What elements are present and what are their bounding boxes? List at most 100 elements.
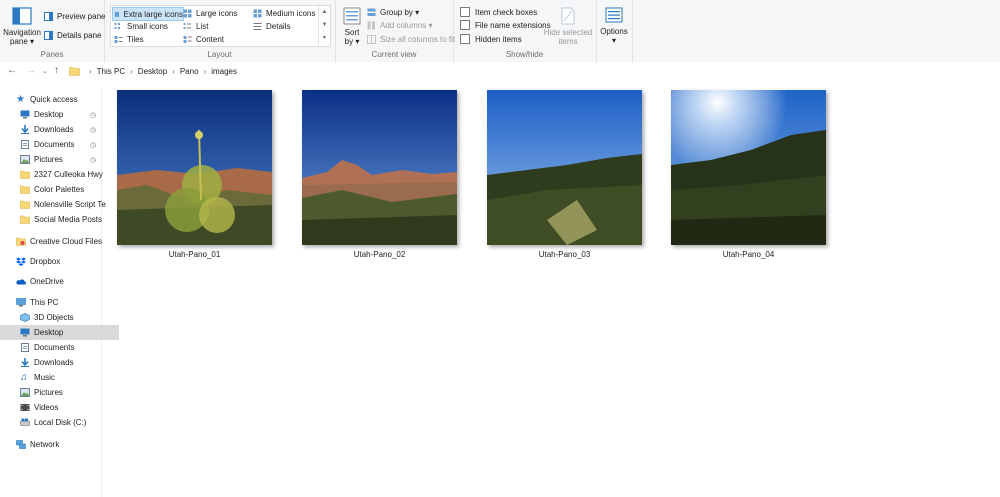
item-check-boxes-toggle[interactable]: Item check boxes	[460, 6, 537, 18]
nav-quick-desktop[interactable]: Desktop ◷	[0, 107, 119, 122]
nav-quick-folder[interactable]: Color Palettes	[0, 182, 119, 197]
nav-label: Documents	[34, 343, 75, 352]
nav-pc-local-disk[interactable]: Local Disk (C:)	[0, 415, 119, 430]
file-name-extensions-toggle[interactable]: File name extensions	[460, 19, 551, 31]
layout-gallery-scroll[interactable]: ▲ ▼ ▾	[318, 6, 330, 46]
layout-list[interactable]: List	[183, 20, 208, 32]
details-pane-label: Details pane	[57, 30, 102, 40]
network-icon	[16, 440, 26, 449]
nav-quick-pictures[interactable]: Pictures ◷	[0, 152, 119, 167]
image-thumbnail[interactable]	[117, 90, 272, 245]
nav-label: Creative Cloud Files	[30, 237, 103, 246]
nav-pc-pictures[interactable]: Pictures	[0, 385, 119, 400]
file-tile[interactable]: Utah-Pano_02	[302, 90, 457, 259]
layout-details[interactable]: Details	[253, 20, 290, 32]
dropbox-icon	[16, 257, 26, 266]
layout-large-icons[interactable]: Large icons	[183, 7, 237, 19]
navigation-pane-button[interactable]: Navigation pane ▾	[3, 7, 41, 46]
large-icons-icon	[183, 9, 192, 17]
image-thumbnail[interactable]	[671, 90, 826, 245]
nav-pc-3d-objects[interactable]: 3D Objects	[0, 310, 119, 325]
breadcrumb-separator-icon[interactable]: ›	[204, 67, 207, 76]
hidden-items-checkbox[interactable]	[460, 34, 470, 44]
layout-small-icons[interactable]: Small icons	[114, 20, 168, 32]
breadcrumb-separator-icon[interactable]: ›	[130, 67, 133, 76]
layout-option-label: Large icons	[196, 8, 238, 18]
pin-icon[interactable]: ◷	[90, 156, 96, 164]
breadcrumb[interactable]: › This PC › Desktop › Pano › images	[69, 65, 237, 77]
sort-by-icon	[343, 7, 361, 25]
breadcrumb-item[interactable]: This PC	[97, 67, 125, 76]
item-check-boxes-checkbox[interactable]	[460, 7, 470, 17]
nav-creative-cloud[interactable]: Creative Cloud Files	[0, 234, 115, 249]
size-all-columns-button[interactable]: Size all columns to fit	[367, 33, 455, 45]
nav-quick-folder[interactable]: 2327 Culleoka Hwy	[0, 167, 119, 182]
layout-medium-icons[interactable]: Medium icons	[253, 7, 315, 19]
hide-selected-items-button[interactable]: Hide selected items	[542, 7, 594, 46]
recent-locations-icon[interactable]: ⌄	[42, 67, 48, 75]
nav-network[interactable]: Network	[0, 437, 115, 452]
file-tile[interactable]: Utah-Pano_04	[671, 90, 826, 259]
pin-icon[interactable]: ◷	[90, 141, 96, 149]
group-by-button[interactable]: Group by ▾	[367, 6, 419, 18]
image-thumbnail[interactable]	[487, 90, 642, 245]
nav-quick-folder[interactable]: Nolensville Script Te	[0, 197, 119, 212]
nav-label: Desktop	[34, 328, 64, 337]
forward-arrow-icon[interactable]: →	[26, 65, 36, 76]
nav-onedrive[interactable]: OneDrive	[0, 274, 115, 289]
scroll-up-icon[interactable]: ▲	[319, 6, 330, 19]
up-arrow-icon[interactable]: ↑	[54, 65, 59, 76]
preview-pane-button[interactable]: Preview pane	[44, 10, 105, 22]
nav-pc-videos[interactable]: Videos	[0, 400, 119, 415]
details-pane-icon	[44, 30, 53, 40]
image-thumbnail[interactable]	[302, 90, 457, 245]
breadcrumb-separator-icon[interactable]: ›	[172, 67, 175, 76]
pin-icon[interactable]: ◷	[90, 111, 96, 119]
file-name: Utah-Pano_03	[538, 250, 591, 259]
nav-label: Color Palettes	[34, 185, 85, 194]
layout-content[interactable]: Content	[183, 33, 224, 45]
nav-pc-desktop[interactable]: Desktop	[0, 325, 119, 340]
layout-group-label: Layout	[207, 50, 232, 59]
nav-pc-music[interactable]: ♫ Music	[0, 370, 119, 385]
breadcrumb-item[interactable]: Pano	[180, 67, 199, 76]
address-row: ← → ⌄ ↑ › This PC › Desktop › Pano › ima…	[0, 62, 1000, 80]
nav-quick-downloads[interactable]: Downloads ◷	[0, 122, 119, 137]
nav-this-pc[interactable]: This PC	[0, 295, 115, 310]
hide-selected-label-2: items	[558, 37, 578, 46]
layout-option-label: List	[196, 21, 209, 31]
add-columns-button[interactable]: Add columns ▾	[367, 19, 432, 31]
breadcrumb-item[interactable]: Desktop	[138, 67, 167, 76]
pictures-icon	[20, 388, 30, 397]
size-columns-icon	[367, 34, 376, 44]
nav-quick-folder[interactable]: Social Media Posts	[0, 212, 119, 227]
file-tile[interactable]: Utah-Pano_01	[117, 90, 272, 259]
nav-dropbox[interactable]: Dropbox	[0, 254, 115, 269]
options-button[interactable]: Options ▾	[598, 7, 630, 45]
layout-tiles[interactable]: Tiles	[114, 33, 144, 45]
scroll-down-icon[interactable]: ▼	[319, 19, 330, 32]
breadcrumb-separator-icon[interactable]: ›	[89, 67, 92, 76]
landscape-photo-thumbnail	[487, 90, 642, 245]
desktop-icon	[20, 328, 30, 337]
sort-by-button[interactable]: Sort by ▾	[340, 7, 364, 46]
nav-quick-access[interactable]: ★ Quick access	[0, 92, 115, 107]
details-pane-button[interactable]: Details pane	[44, 29, 101, 41]
local-disk-icon	[20, 418, 30, 426]
nav-pc-downloads[interactable]: Downloads	[0, 355, 119, 370]
layout-extra-large-icons[interactable]: Extra large icons	[112, 7, 184, 21]
hide-selected-icon	[561, 7, 575, 25]
nav-label: Downloads	[34, 125, 74, 134]
desktop-icon	[20, 110, 30, 119]
nav-quick-documents[interactable]: Documents ◷	[0, 137, 119, 152]
file-name: Utah-Pano_02	[353, 250, 406, 259]
file-tile[interactable]: Utah-Pano_03	[487, 90, 642, 259]
breadcrumb-item[interactable]: images	[211, 67, 237, 76]
pin-icon[interactable]: ◷	[90, 126, 96, 134]
more-options-icon[interactable]: ▾	[319, 32, 330, 45]
back-arrow-icon[interactable]: ←	[7, 65, 17, 76]
hidden-items-toggle[interactable]: Hidden items	[460, 33, 522, 45]
file-name-extensions-checkbox[interactable]	[460, 20, 470, 30]
nav-pc-documents[interactable]: Documents	[0, 340, 119, 355]
navigation-pane-icon	[12, 7, 32, 25]
